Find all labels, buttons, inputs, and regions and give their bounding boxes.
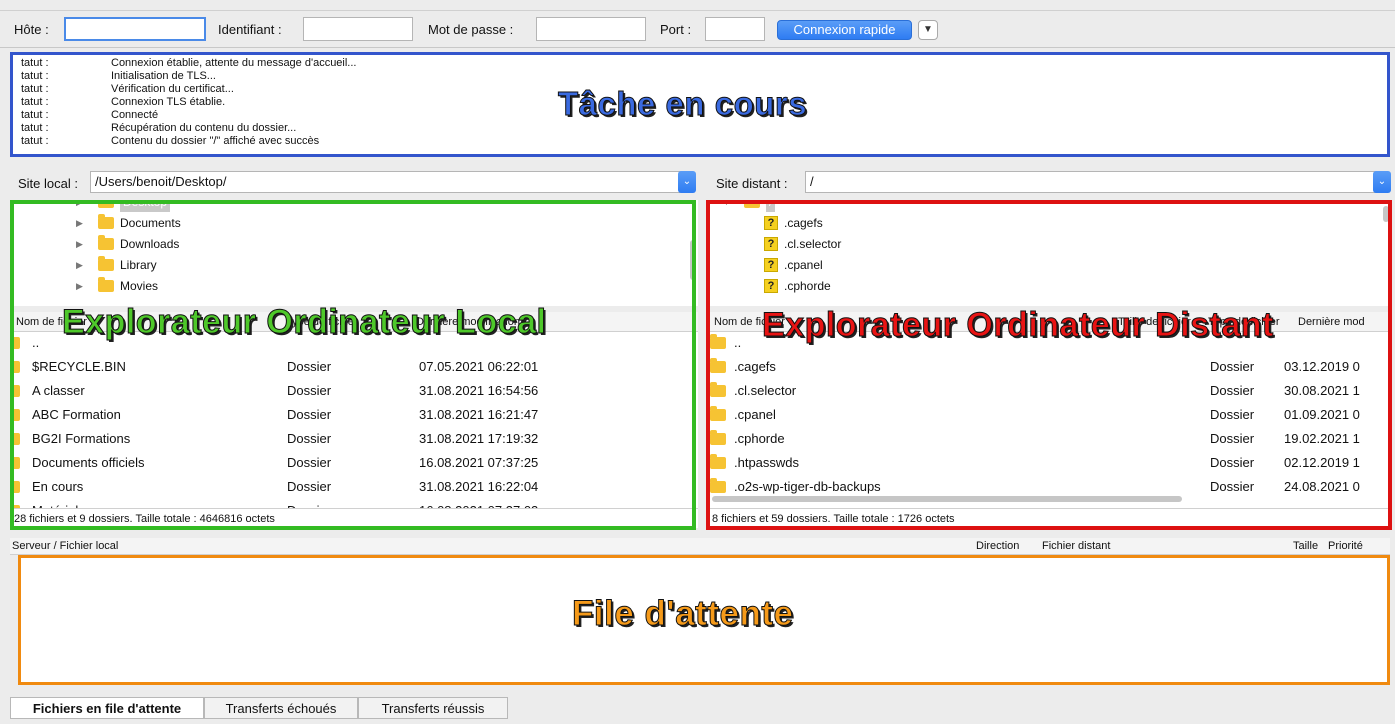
local-site-bar: Site local : /Users/benoit/Desktop/ ⌄ bbox=[10, 168, 700, 198]
remote-pane-frame bbox=[706, 200, 1392, 530]
log-message: Initialisation de TLS... bbox=[111, 70, 216, 82]
remote-path-input[interactable]: / bbox=[805, 171, 1381, 193]
log-message: Récupération du contenu du dossier... bbox=[111, 122, 297, 134]
overlay-local-explorer: Explorateur Ordinateur Local bbox=[61, 303, 547, 342]
queue-col-size[interactable]: Taille bbox=[1293, 538, 1318, 555]
filezilla-window: Hôte : Identifiant : Mot de passe : Port… bbox=[0, 0, 1395, 724]
overlay-queue: File d'attente bbox=[571, 594, 794, 634]
log-label: tatut : bbox=[21, 122, 49, 134]
log-message: Vérification du certificat... bbox=[111, 83, 234, 95]
tab-queued-files[interactable]: Fichiers en file d'attente bbox=[10, 697, 204, 719]
host-label: Hôte : bbox=[14, 22, 49, 37]
chevron-down-icon: ⌄ bbox=[1377, 176, 1387, 187]
password-label: Mot de passe : bbox=[428, 22, 514, 37]
queue-col-remote[interactable]: Fichier distant bbox=[1042, 538, 1110, 555]
queue-col-priority[interactable]: Priorité bbox=[1328, 538, 1363, 555]
log-label: tatut : bbox=[21, 109, 49, 121]
remote-site-bar: Site distant : / ⌄ bbox=[708, 168, 1393, 198]
chevron-down-icon: ⌄ bbox=[682, 176, 692, 187]
host-input[interactable] bbox=[64, 17, 206, 41]
port-label: Port : bbox=[660, 22, 692, 37]
local-site-label: Site local : bbox=[18, 176, 78, 191]
log-label: tatut : bbox=[21, 83, 49, 95]
queue-col-server[interactable]: Serveur / Fichier local bbox=[12, 538, 118, 555]
local-path-input[interactable]: /Users/benoit/Desktop/ bbox=[90, 171, 686, 193]
remote-site-label: Site distant : bbox=[716, 176, 788, 191]
chevron-down-icon: ▼ bbox=[923, 24, 933, 35]
quickconnect-dropdown-button[interactable]: ▼ bbox=[918, 20, 938, 40]
quickconnect-bar: Hôte : Identifiant : Mot de passe : Port… bbox=[0, 10, 1395, 48]
log-label: tatut : bbox=[21, 70, 49, 82]
queue-col-direction[interactable]: Direction bbox=[976, 538, 1019, 555]
port-input[interactable] bbox=[705, 17, 765, 41]
log-message: Connexion établie, attente du message d'… bbox=[111, 57, 357, 69]
remote-path-dropdown[interactable]: ⌄ bbox=[1373, 171, 1391, 193]
log-message: Connecté bbox=[111, 109, 159, 121]
queue-header: Serveur / Fichier local Direction Fichie… bbox=[10, 538, 1390, 555]
tab-failed-transfers[interactable]: Transferts échoués bbox=[204, 697, 358, 719]
local-path-dropdown[interactable]: ⌄ bbox=[678, 171, 696, 193]
local-pane-frame bbox=[10, 200, 696, 530]
log-label: tatut : bbox=[21, 96, 49, 108]
tab-successful-transfers[interactable]: Transferts réussis bbox=[358, 697, 508, 719]
user-input[interactable] bbox=[303, 17, 413, 41]
overlay-remote-explorer: Explorateur Ordinateur Distant bbox=[762, 306, 1274, 345]
quickconnect-button[interactable]: Connexion rapide bbox=[777, 20, 912, 40]
password-input[interactable] bbox=[536, 17, 646, 41]
log-message: Contenu du dossier "/" affiché avec succ… bbox=[111, 135, 320, 147]
log-message: Connexion TLS établie. bbox=[111, 96, 226, 108]
log-label: tatut : bbox=[21, 57, 49, 69]
user-label: Identifiant : bbox=[218, 22, 282, 37]
log-label: tatut : bbox=[21, 135, 49, 147]
overlay-tache-en-cours: Tâche en cours bbox=[557, 85, 808, 123]
